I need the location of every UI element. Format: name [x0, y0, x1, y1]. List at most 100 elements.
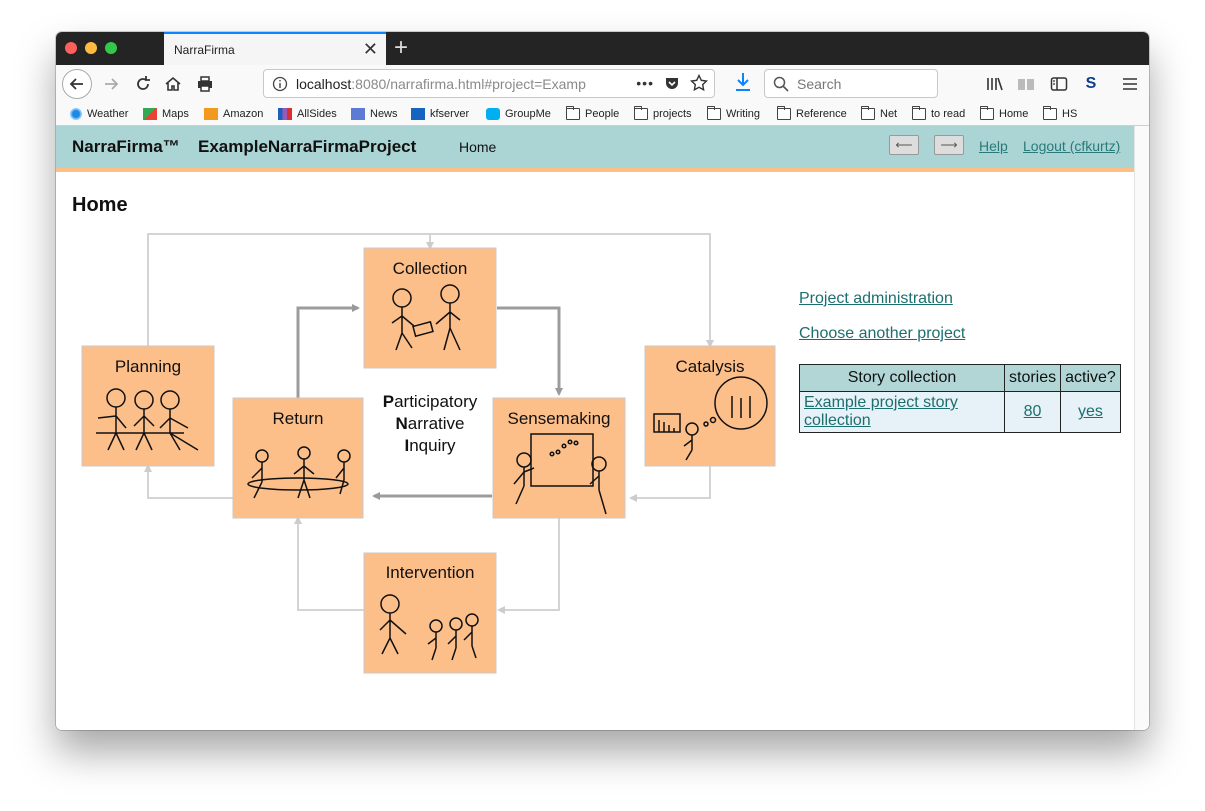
printer-icon — [198, 76, 212, 92]
bookmark-maps[interactable]: Maps — [143, 106, 189, 122]
column-header-active: active? — [1060, 364, 1121, 392]
tab-title: NarraFirma — [174, 43, 235, 57]
bookmark-folder-hs[interactable]: HS — [1043, 106, 1077, 122]
bookmark-label: News — [370, 108, 398, 120]
bookmark-label: Net — [880, 108, 898, 120]
search-input[interactable]: Search — [764, 69, 938, 98]
bookmark-kfserver[interactable]: kfserver — [411, 106, 469, 122]
stage-label: Collection — [393, 259, 468, 278]
hamburger-menu-icon — [1123, 78, 1137, 90]
home-button[interactable] — [158, 69, 188, 99]
column-header-collection: Story collection — [799, 364, 1005, 392]
bookmark-label: HS — [1062, 108, 1078, 120]
back-button[interactable] — [62, 69, 92, 99]
sidebar-icon — [1050, 77, 1068, 91]
reader-icon — [1018, 79, 1034, 90]
bookmark-star-icon[interactable] — [690, 74, 708, 92]
page-actions-icon[interactable]: ••• — [636, 75, 654, 91]
reload-button[interactable] — [128, 69, 158, 99]
search-placeholder: Search — [797, 76, 842, 92]
bookmark-label: projects — [653, 108, 692, 120]
home-icon — [165, 76, 181, 91]
url-actions: ••• — [636, 74, 708, 92]
bookmark-folder-reference[interactable]: Reference — [777, 106, 847, 122]
bookmark-weather[interactable]: Weather — [70, 106, 128, 122]
app-name: NarraFirma™ — [72, 137, 180, 156]
center-line-2: Narrative — [396, 414, 465, 433]
forward-button[interactable] — [96, 69, 126, 99]
pocket-icon[interactable] — [664, 75, 680, 91]
library-button[interactable] — [984, 73, 1006, 95]
zoom-window-button[interactable] — [105, 42, 117, 54]
minimize-window-button[interactable] — [85, 42, 97, 54]
search-icon — [773, 76, 789, 92]
page-title: Home — [72, 194, 128, 216]
url-host: localhost — [296, 76, 352, 92]
kfserver-icon — [411, 108, 425, 120]
bookmark-label: kfserver — [430, 108, 470, 120]
project-administration-link[interactable]: Project administration — [799, 290, 953, 308]
stage-label: Catalysis — [676, 357, 745, 376]
downloads-button[interactable] — [732, 71, 754, 93]
weather-icon — [70, 108, 82, 120]
folder-icon — [980, 106, 994, 120]
bookmark-allsides[interactable]: AllSides — [278, 106, 337, 122]
new-tab-button[interactable]: + — [394, 35, 408, 61]
bookmark-folder-net[interactable]: Net — [861, 106, 897, 122]
bookmark-groupme[interactable]: GroupMe — [486, 106, 551, 122]
bookmark-folder-home[interactable]: Home — [980, 106, 1028, 122]
help-link[interactable]: Help — [979, 138, 1008, 154]
page-scrollbar[interactable] — [1134, 126, 1149, 730]
bookmark-news[interactable]: News — [351, 106, 398, 122]
page-content: Home Collection Planning Catalysis Retur… — [56, 172, 1134, 730]
tab-bar: NarraFirma ✕ + — [56, 32, 1149, 65]
bookmark-label: People — [585, 108, 620, 120]
close-tab-icon[interactable]: ✕ — [363, 39, 378, 59]
stage-label: Return — [272, 409, 323, 428]
pni-center-title: Participatory Narrative Inquiry — [383, 392, 478, 455]
print-button[interactable] — [190, 69, 220, 99]
stage-catalysis[interactable]: Catalysis — [644, 345, 776, 467]
next-page-button[interactable]: ⟶ — [934, 135, 964, 155]
choose-project-link[interactable]: Choose another project — [799, 325, 965, 343]
allsides-icon — [278, 108, 292, 120]
right-arrow-icon: ⟶ — [940, 138, 958, 152]
maps-icon — [143, 108, 157, 120]
story-collection-table: Story collection stories active? Example… — [799, 364, 1121, 433]
bookmark-folder-projects[interactable]: projects — [634, 106, 692, 122]
library-icon — [987, 77, 1003, 91]
sidebar-button[interactable] — [1048, 73, 1070, 95]
bookmarks-bar: Weather Maps Amazon AllSides News kfserv… — [56, 103, 1149, 126]
page-breadcrumb: Home — [459, 139, 497, 155]
stage-sensemaking[interactable]: Sensemaking — [492, 397, 626, 519]
browser-window: NarraFirma ✕ + localhost:8080/narrafirma… — [56, 32, 1149, 730]
close-window-button[interactable] — [65, 42, 77, 54]
back-arrow-icon — [69, 78, 83, 90]
url-text: localhost:8080/narrafirma.html#project=E… — [296, 76, 596, 92]
site-info-icon[interactable] — [272, 76, 288, 92]
collection-name-link[interactable]: Example project story collection — [799, 391, 1005, 433]
stage-return[interactable]: Return — [232, 397, 364, 519]
folder-icon — [861, 106, 875, 120]
bookmark-folder-writing[interactable]: Writing — [707, 106, 760, 122]
previous-page-button[interactable]: ⟵ — [889, 135, 919, 155]
bookmark-label: AllSides — [297, 108, 337, 120]
bookmark-folder-people[interactable]: People — [566, 106, 619, 122]
bookmark-amazon[interactable]: Amazon — [204, 106, 263, 122]
extension-s-icon[interactable]: S — [1080, 73, 1102, 95]
bookmark-label: to read — [931, 108, 966, 120]
folder-icon — [1043, 106, 1057, 120]
stage-label: Intervention — [386, 563, 475, 582]
stage-planning[interactable]: Planning — [81, 345, 215, 467]
tab-narrafirma[interactable]: NarraFirma ✕ — [164, 32, 386, 65]
menu-button[interactable] — [1119, 73, 1141, 95]
app-header: NarraFirma™ ExampleNarraFirmaProject Hom… — [56, 126, 1134, 172]
bookmark-folder-to-read[interactable]: to read — [912, 106, 965, 122]
active-status-link[interactable]: yes — [1060, 391, 1121, 433]
logout-link[interactable]: Logout (cfkurtz) — [1023, 138, 1120, 154]
stage-intervention[interactable]: Intervention — [363, 552, 497, 674]
reader-button[interactable] — [1015, 73, 1037, 95]
stage-collection[interactable]: Collection — [363, 247, 497, 369]
stories-count-link[interactable]: 80 — [1003, 391, 1062, 433]
url-bar[interactable]: localhost:8080/narrafirma.html#project=E… — [263, 69, 715, 98]
